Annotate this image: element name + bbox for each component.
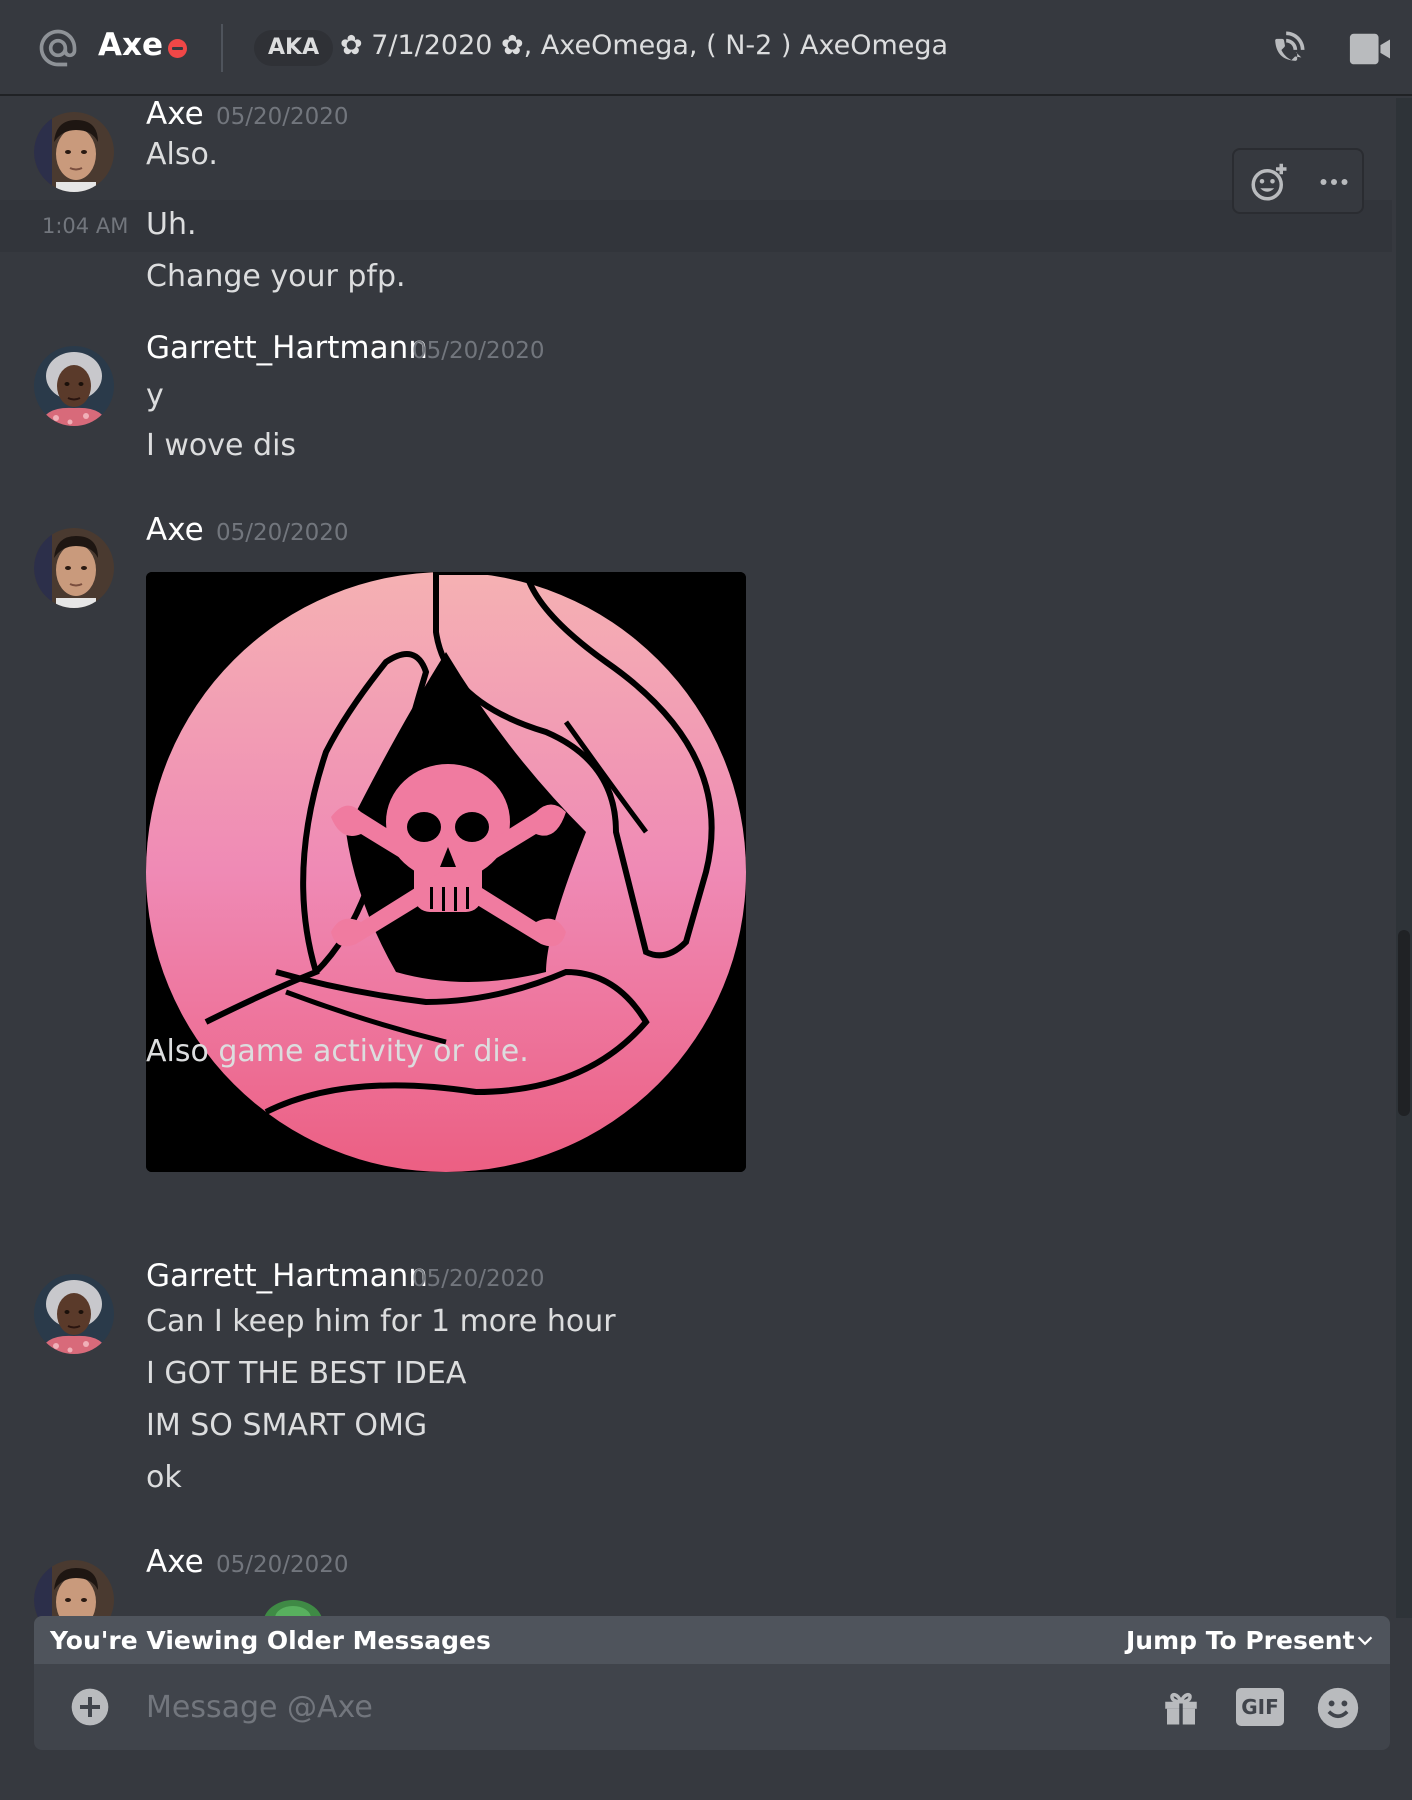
avatar[interactable] — [34, 1274, 114, 1354]
message-author[interactable]: Axe — [146, 98, 204, 132]
message-text: Uh. — [146, 207, 197, 242]
voice-call-icon[interactable] — [1266, 26, 1310, 70]
message-text: y — [146, 378, 164, 413]
avatar[interactable] — [34, 1560, 114, 1618]
scrollbar-thumb[interactable] — [1398, 930, 1410, 1116]
avatar[interactable] — [34, 112, 114, 192]
message-timestamp: 05/20/2020 — [216, 520, 349, 546]
message-text: Also game activity or die. — [146, 1034, 529, 1069]
add-reaction-icon[interactable] — [1248, 162, 1290, 204]
message-timestamp: 05/20/2020 — [412, 1266, 545, 1292]
scrollbar-track[interactable] — [1396, 98, 1412, 1618]
message-text: IM SO SMART OMG — [146, 1408, 428, 1443]
sticker-preview[interactable] — [258, 1596, 328, 1618]
dnd-status-icon — [168, 39, 187, 58]
avatar[interactable] — [34, 528, 114, 608]
message-author[interactable]: Garrett_Hartmann — [146, 330, 428, 366]
hover-timestamp: 1:04 AM — [42, 214, 129, 238]
aka-badge[interactable]: AKA — [254, 30, 334, 66]
image-attachment[interactable] — [146, 572, 746, 1172]
message-author[interactable]: Axe — [146, 512, 204, 548]
mention-icon — [39, 29, 77, 67]
more-icon[interactable] — [1316, 164, 1352, 200]
nickname-list: ✿ 7/1/2020 ✿, AxeOmega, ( N-2 ) AxeOmega — [340, 30, 949, 61]
message-hover-highlight — [0, 200, 1392, 252]
message-text: ok — [146, 1460, 182, 1495]
avatar[interactable] — [34, 346, 114, 426]
message-text: Change your pfp. — [146, 259, 406, 294]
emoji-icon[interactable] — [1316, 1686, 1360, 1730]
add-attachment-icon[interactable] — [70, 1687, 110, 1727]
older-messages-label: You're Viewing Older Messages — [50, 1626, 491, 1655]
channel-title: Axe — [98, 27, 164, 63]
header-divider — [221, 24, 223, 72]
message-timestamp: 05/20/2020 — [216, 104, 349, 130]
message-composer: GIF — [34, 1664, 1390, 1750]
message-toolbar — [1232, 148, 1364, 214]
message-author[interactable]: Axe — [146, 1544, 204, 1580]
channel-header: Axe AKA ✿ 7/1/2020 ✿, AxeOmega, ( N-2 ) … — [0, 0, 1412, 96]
message-text: Can I keep him for 1 more hour — [146, 1304, 616, 1339]
message-input[interactable] — [146, 1682, 1146, 1732]
jump-to-present-button[interactable]: Jump To Present — [1126, 1626, 1355, 1655]
message-timestamp: 05/20/2020 — [216, 1552, 349, 1578]
message-timestamp: 05/20/2020 — [412, 338, 545, 364]
message-text: Also. — [146, 137, 218, 172]
message-author[interactable]: Garrett_Hartmann — [146, 1258, 428, 1294]
chevron-down-icon[interactable] — [1354, 1630, 1376, 1652]
message-list[interactable]: 1:04 AM Axe 05/20/2020 Also. Uh. Change … — [0, 98, 1392, 1618]
gift-icon[interactable] — [1160, 1686, 1202, 1728]
message-text: I wove dis — [146, 428, 297, 463]
older-messages-bar: You're Viewing Older Messages Jump To Pr… — [34, 1616, 1390, 1664]
video-call-icon[interactable] — [1346, 28, 1392, 70]
message-text: I GOT THE BEST IDEA — [146, 1356, 467, 1391]
gif-icon[interactable]: GIF — [1236, 1688, 1284, 1726]
